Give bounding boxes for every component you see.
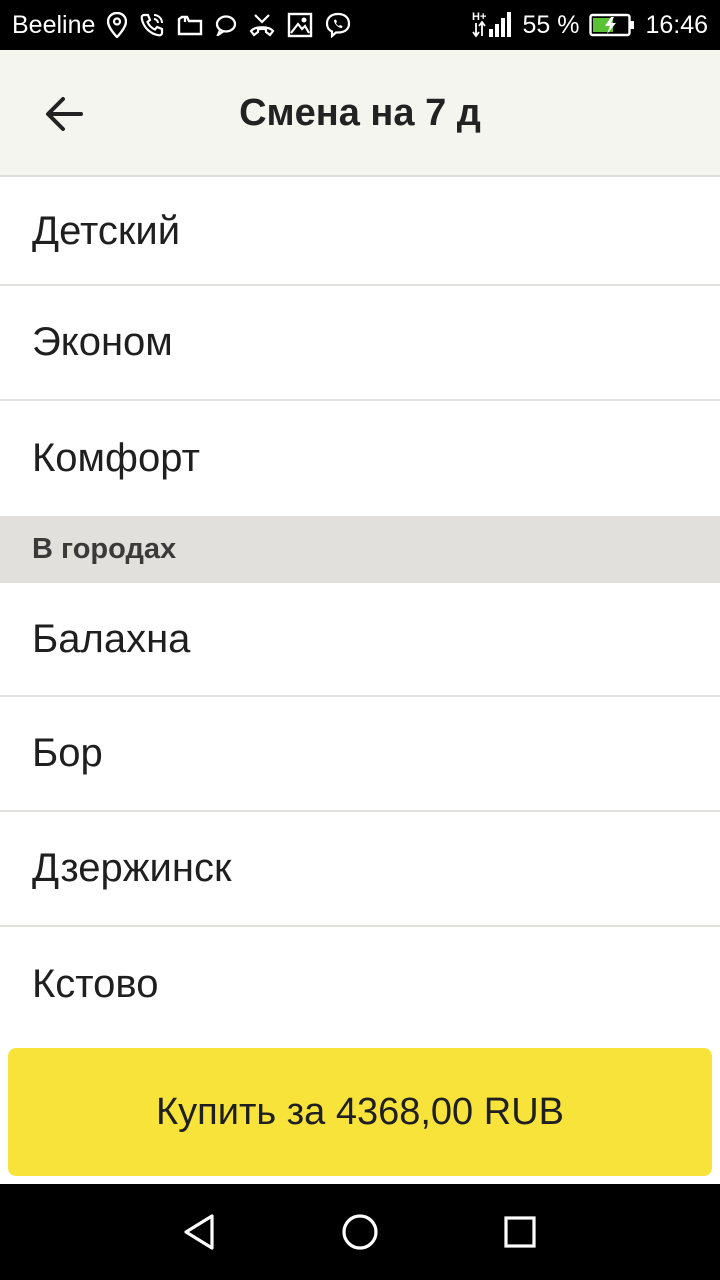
list-item-balakhna[interactable]: Балахна xyxy=(0,583,720,697)
status-right: H+ 55 % 16:46 xyxy=(472,10,708,40)
location-icon xyxy=(107,10,128,40)
list-item-label: Бор xyxy=(32,731,103,775)
list-item-ekonom[interactable]: Эконом xyxy=(0,286,720,401)
carrier-name: Beeline xyxy=(12,10,96,39)
nav-back-button[interactable] xyxy=(160,1192,240,1272)
page-title: Смена на 7 д xyxy=(239,92,481,134)
status-bar: Beeline H+ 55 % 16:46 xyxy=(0,0,720,50)
section-header-cities: В городах xyxy=(0,516,720,583)
battery-percent: 55 % xyxy=(522,10,580,39)
nav-home-button[interactable] xyxy=(320,1192,400,1272)
buy-panel: Купить за 4368,00 RUB xyxy=(0,1040,720,1184)
list-item-label: Кстово xyxy=(32,962,159,1006)
list-item-detsky[interactable]: Детский xyxy=(0,178,720,286)
list-item-bor[interactable]: Бор xyxy=(0,697,720,812)
screen: Beeline H+ 55 % 16:46 Смена на 7 д Детск… xyxy=(0,0,720,1280)
tariff-list: Детский Эконом Комфорт В городах Балахна… xyxy=(0,178,720,1042)
list-item-label: Дзержинск xyxy=(32,846,232,890)
list-item-dzerzhinsk[interactable]: Дзержинск xyxy=(0,812,720,927)
app-bar: Смена на 7 д xyxy=(0,50,720,177)
signal-icon: H+ xyxy=(472,10,512,40)
buy-button[interactable]: Купить за 4368,00 RUB xyxy=(8,1048,712,1176)
home-circle-icon xyxy=(342,1214,378,1250)
arrow-left-icon xyxy=(46,97,83,131)
chat-icon xyxy=(215,10,237,40)
back-button[interactable] xyxy=(28,78,100,150)
list-item-komfort[interactable]: Комфорт xyxy=(0,401,720,516)
back-triangle-icon xyxy=(184,1214,214,1250)
image-icon xyxy=(287,10,313,40)
list-item-label: Эконом xyxy=(32,320,173,364)
list-item-label: Комфорт xyxy=(32,436,200,480)
folder-icon xyxy=(177,10,203,40)
list-item-label: Детский xyxy=(32,208,181,253)
system-nav-bar xyxy=(0,1184,720,1280)
section-title: В городах xyxy=(32,533,177,565)
svg-text:H+: H+ xyxy=(472,11,486,23)
nav-recents-button[interactable] xyxy=(480,1192,560,1272)
clock: 16:46 xyxy=(645,10,708,39)
recents-square-icon xyxy=(504,1216,536,1248)
list-item-label: Балахна xyxy=(32,616,191,661)
list-item-kstovo[interactable]: Кстово xyxy=(0,927,720,1042)
viber-icon xyxy=(325,10,351,40)
battery-icon xyxy=(589,10,635,40)
status-left: Beeline xyxy=(12,10,351,40)
missed-call-icon xyxy=(249,10,275,40)
call-icon xyxy=(139,10,165,40)
